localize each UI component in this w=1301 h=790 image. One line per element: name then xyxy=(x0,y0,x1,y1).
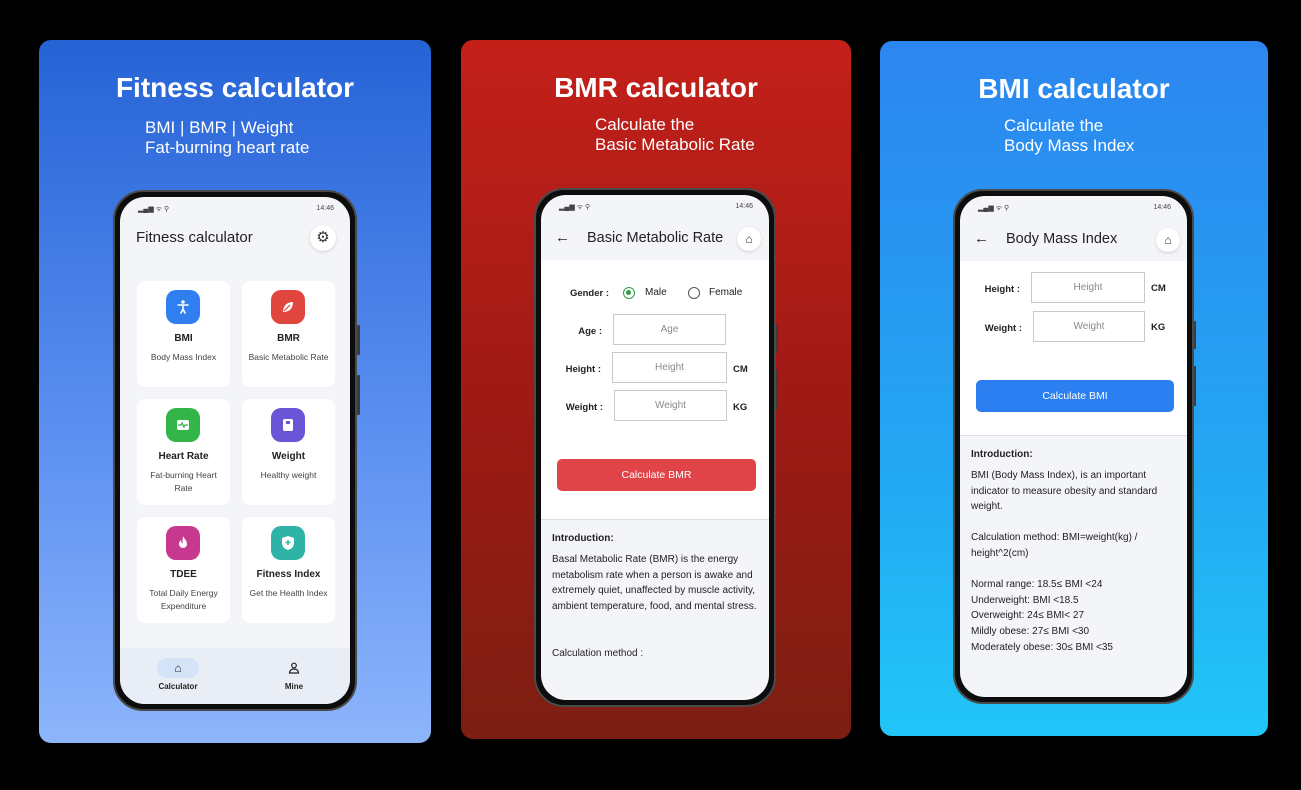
screen-title: Body Mass Index xyxy=(1006,231,1118,247)
back-arrow-icon[interactable]: ← xyxy=(555,229,570,246)
card-fitness-index[interactable]: Fitness Index Get the Health Index xyxy=(242,517,335,623)
bmi-panel: BMI calculator Calculate the Body Mass I… xyxy=(880,41,1268,736)
status-time: 14:46 xyxy=(1153,204,1171,211)
panel-subtitle: BMI | BMR | Weight Fat-burning heart rat… xyxy=(145,118,310,157)
male-radio[interactable] xyxy=(623,287,635,299)
form-area: Gender : Male Female Age : Height : CM W… xyxy=(541,260,769,519)
status-bar: ▂▄▆ ᯤ ⚲ 14:46 xyxy=(138,205,334,215)
nav-label: Mine xyxy=(284,682,304,691)
gear-icon[interactable]: ⚙ xyxy=(310,225,336,251)
height-unit: CM xyxy=(733,364,748,375)
age-input[interactable] xyxy=(613,314,726,345)
weight-label: Weight : xyxy=(565,402,603,413)
panel-title: Fitness calculator xyxy=(115,72,355,103)
calculate-bmr-button[interactable]: Calculate BMR xyxy=(557,459,756,491)
signal-icon: ▂▄▆ ᯤ ⚲ xyxy=(559,204,591,211)
signal-icon: ▂▄▆ ᯤ ⚲ xyxy=(138,206,170,213)
card-desc: Basic Metabolic Rate xyxy=(248,352,329,362)
phone-screen: ▂▄▆ ᯤ ⚲ 14:46 ← Basic Metabolic Rate ⌂ G… xyxy=(541,195,769,700)
card-bmr[interactable]: BMR Basic Metabolic Rate xyxy=(242,281,335,387)
phone-side-button xyxy=(357,375,360,415)
card-name: BMR xyxy=(277,333,300,344)
nav-calculator[interactable]: ⌂ Calculator xyxy=(138,658,218,691)
height-label: Height : xyxy=(565,364,601,375)
phone-mockup: ▂▄▆ ᯤ ⚲ 14:46 Fitness calculator ⚙ BMI B… xyxy=(113,190,357,711)
phone-screen: ▂▄▆ ᯤ ⚲ 14:46 Fitness calculator ⚙ BMI B… xyxy=(120,197,350,704)
panel-subtitle: Calculate the Basic Metabolic Rate xyxy=(595,115,755,154)
broom-icon[interactable]: ⌂ xyxy=(737,227,761,251)
divider xyxy=(960,435,1187,436)
card-name: BMI xyxy=(174,333,193,344)
card-bmi[interactable]: BMI Body Mass Index xyxy=(137,281,230,387)
screen-title: Basic Metabolic Rate xyxy=(587,230,724,246)
status-bar: ▂▄▆ ᯤ ⚲ 14:46 xyxy=(559,203,753,213)
weight-unit: KG xyxy=(733,402,748,413)
intro-heading: Introduction: xyxy=(971,449,1033,460)
card-desc: Body Mass Index xyxy=(150,352,217,362)
app-title: Fitness calculator xyxy=(136,229,253,246)
card-desc: Total Daily Energy Expenditure xyxy=(149,588,218,611)
height-input[interactable] xyxy=(612,352,727,383)
calculate-bmi-button[interactable]: Calculate BMI xyxy=(976,380,1174,412)
person-icon xyxy=(166,290,200,324)
height-input[interactable] xyxy=(1031,272,1145,303)
phone-mockup: ▂▄▆ ᯤ ⚲ 14:46 ← Body Mass Index ⌂ Height… xyxy=(953,189,1194,704)
nav-label: Calculator xyxy=(158,682,198,691)
method-text: Calculation method : xyxy=(552,648,644,659)
intro-heading: Introduction: xyxy=(552,533,614,544)
signal-icon: ▂▄▆ ᯤ ⚲ xyxy=(978,205,1010,212)
card-name: Weight xyxy=(271,451,306,462)
leaf-icon xyxy=(271,290,305,324)
bottom-nav: ⌂ Calculator Mine xyxy=(120,648,350,704)
user-icon xyxy=(273,658,315,678)
panel-title: BMI calculator xyxy=(978,73,1170,104)
gender-label: Gender : xyxy=(569,288,609,299)
card-desc: Get the Health Index xyxy=(249,588,328,598)
shield-icon xyxy=(271,526,305,560)
back-arrow-icon[interactable]: ← xyxy=(974,230,989,247)
panel-title: BMR calculator xyxy=(554,72,758,103)
card-weight[interactable]: Weight Healthy weight xyxy=(242,399,335,505)
phone-side-button xyxy=(357,325,360,355)
intro-text: Basal Metabolic Rate (BMR) is the energy… xyxy=(552,554,757,612)
age-label: Age : xyxy=(578,326,602,337)
pulse-icon xyxy=(166,408,200,442)
scale-icon xyxy=(271,408,305,442)
female-radio[interactable] xyxy=(688,287,700,299)
home-icon: ⌂ xyxy=(157,658,199,678)
card-heart-rate[interactable]: Heart Rate Fat-burning Heart Rate xyxy=(137,399,230,505)
weight-input[interactable] xyxy=(614,390,727,421)
status-time: 14:46 xyxy=(316,205,334,212)
height-unit: CM xyxy=(1151,283,1166,294)
card-name: TDEE xyxy=(170,569,197,580)
nav-mine[interactable]: Mine xyxy=(254,658,334,691)
card-desc: Fat-burning Heart Rate xyxy=(150,470,217,493)
panel-subtitle: Calculate the Body Mass Index xyxy=(1004,116,1135,155)
male-label: Male xyxy=(645,287,667,298)
bmr-panel: BMR calculator Calculate the Basic Metab… xyxy=(461,40,851,739)
female-label: Female xyxy=(709,287,743,298)
height-label: Height : xyxy=(984,284,1020,295)
phone-screen: ▂▄▆ ᯤ ⚲ 14:46 ← Body Mass Index ⌂ Height… xyxy=(960,196,1187,697)
status-bar: ▂▄▆ ᯤ ⚲ 14:46 xyxy=(978,204,1171,214)
phone-mockup: ▂▄▆ ᯤ ⚲ 14:46 ← Basic Metabolic Rate ⌂ G… xyxy=(534,188,776,707)
weight-label: Weight : xyxy=(984,323,1022,334)
card-desc: Healthy weight xyxy=(260,470,317,480)
divider xyxy=(541,519,769,520)
intro-text: BMI (Body Mass Index), is an important i… xyxy=(971,470,1158,653)
weight-input[interactable] xyxy=(1033,311,1145,342)
flame-icon xyxy=(166,526,200,560)
card-tdee[interactable]: TDEE Total Daily Energy Expenditure xyxy=(137,517,230,623)
card-name: Heart Rate xyxy=(158,451,209,462)
status-time: 14:46 xyxy=(735,203,753,210)
fitness-panel: Fitness calculator BMI | BMR | Weight Fa… xyxy=(39,40,431,743)
weight-unit: KG xyxy=(1151,322,1166,333)
broom-icon[interactable]: ⌂ xyxy=(1156,228,1180,252)
card-name: Fitness Index xyxy=(256,569,321,580)
form-area: Height : CM Weight : KG Calculate BMI xyxy=(960,261,1187,435)
